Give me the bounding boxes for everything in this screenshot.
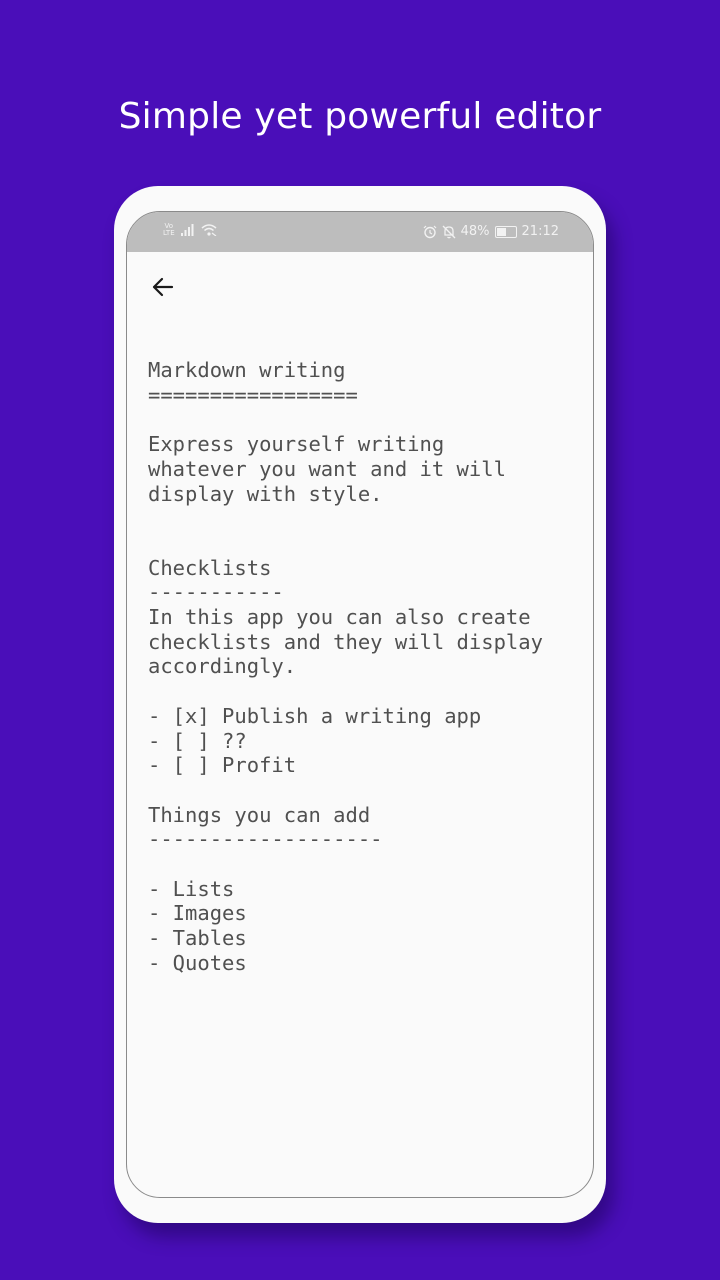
battery-fill bbox=[496, 228, 507, 236]
alarm-icon bbox=[423, 225, 437, 239]
bell-off-icon bbox=[442, 225, 456, 239]
promo-headline: Simple yet powerful editor bbox=[118, 96, 602, 137]
phone-screen: Vo LTE 48% 21:12 Markdown writing ======… bbox=[126, 211, 594, 1198]
markdown-editor[interactable]: Markdown writing ================= Expre… bbox=[148, 358, 578, 976]
promo-page: Simple yet powerful editor Vo LTE 48% 21… bbox=[0, 0, 720, 1280]
wifi-icon bbox=[201, 224, 217, 236]
status-time: 21:12 bbox=[521, 224, 559, 239]
back-arrow-icon[interactable] bbox=[148, 272, 178, 302]
signal-icon bbox=[180, 224, 194, 236]
status-right-group: 48% 21:12 bbox=[423, 223, 559, 241]
battery-percent: 48% bbox=[460, 224, 490, 239]
status-bar: Vo LTE 48% 21:12 bbox=[127, 212, 593, 252]
status-left-group: Vo LTE bbox=[163, 223, 217, 237]
volte-icon: Vo LTE bbox=[163, 222, 175, 237]
battery-icon bbox=[494, 226, 517, 238]
